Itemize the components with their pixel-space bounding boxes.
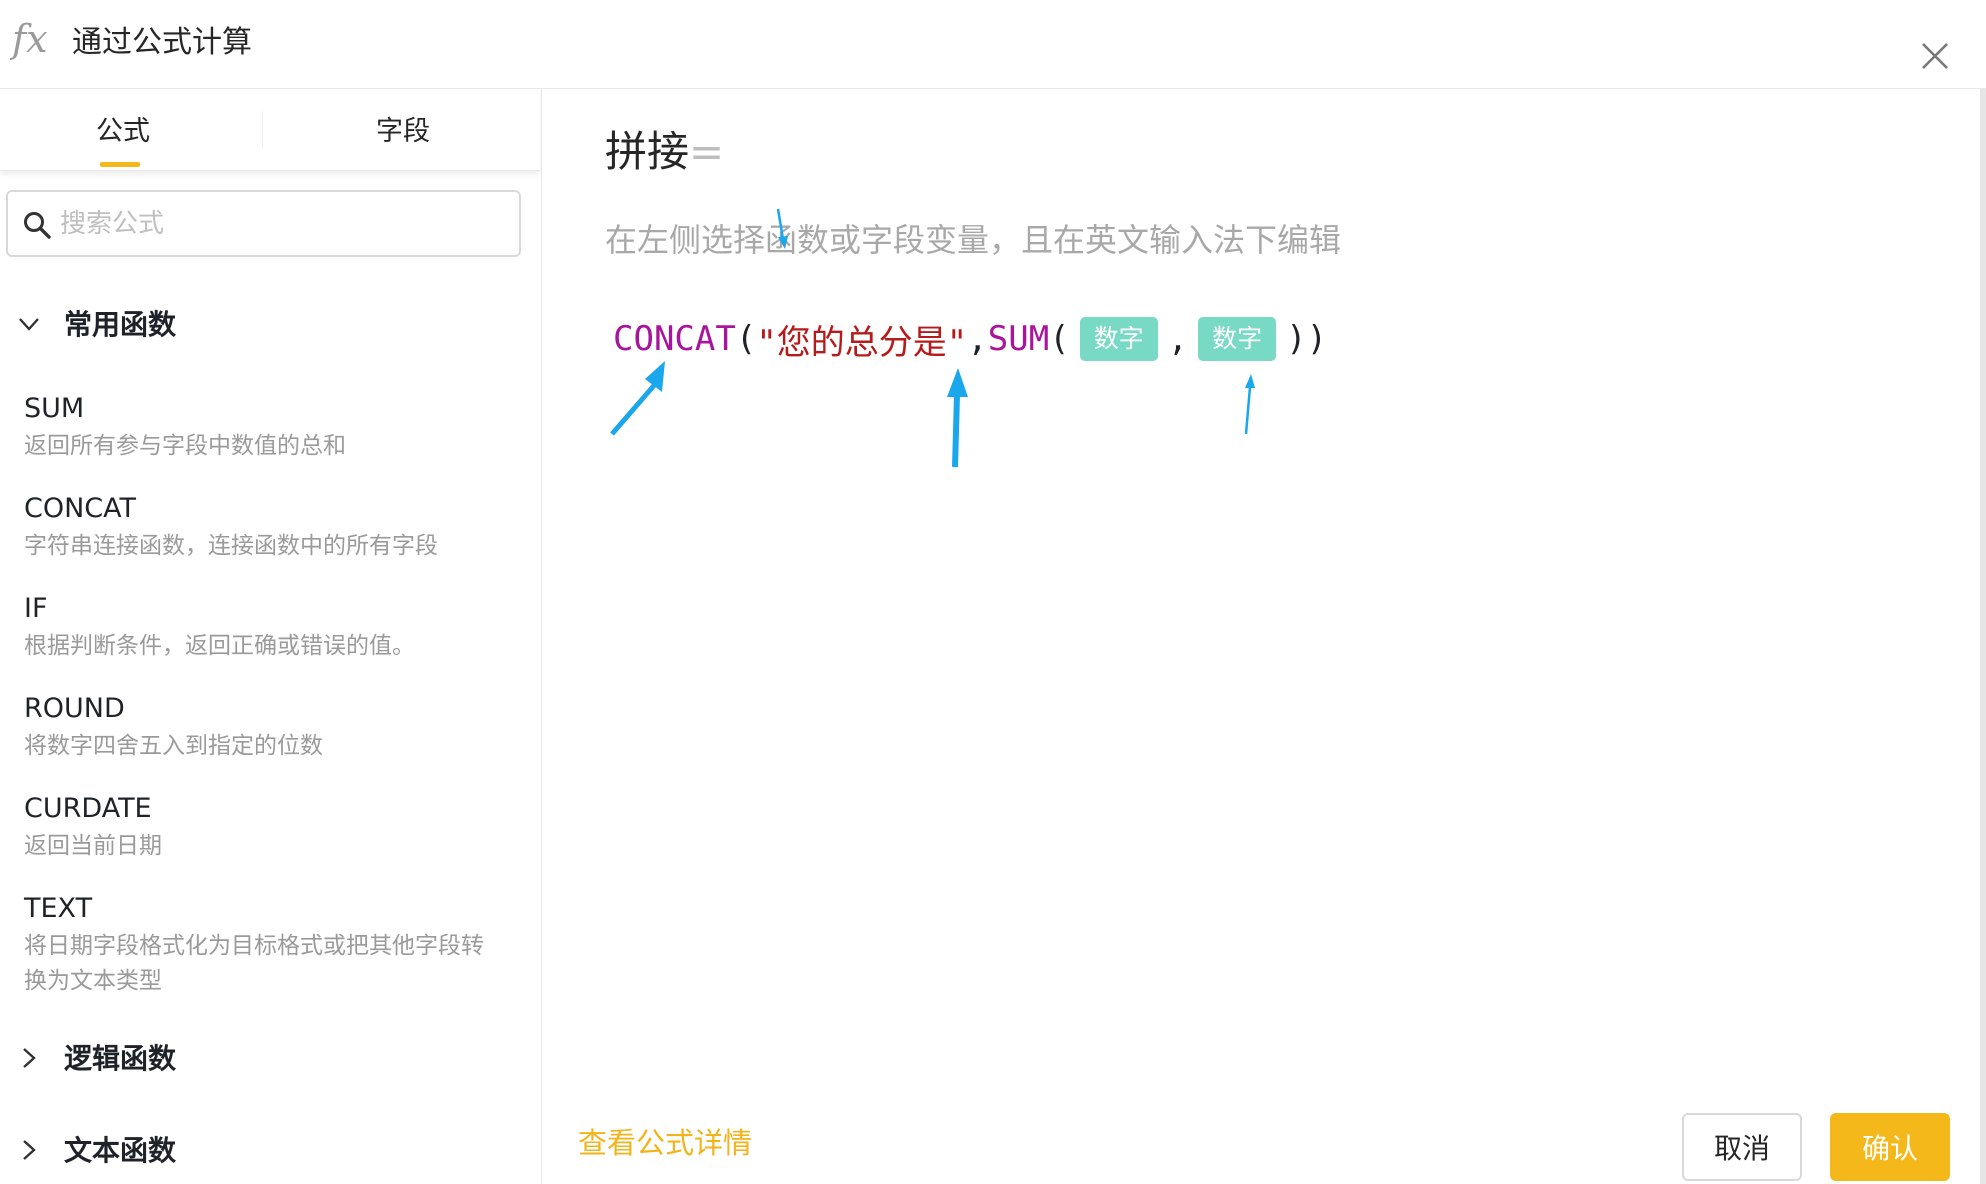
- function-name: TEXT: [24, 893, 93, 924]
- function-name: IF: [24, 593, 48, 624]
- chevron-right-icon: [23, 1048, 36, 1068]
- formula-closing-parens: )): [1286, 319, 1328, 359]
- function-name: ROUND: [24, 693, 125, 724]
- tab-field[interactable]: 字段: [376, 113, 430, 151]
- function-item-concat[interactable]: CONCAT 字符串连接函数，连接函数中的所有字段: [24, 491, 524, 564]
- annotation-arrow-icon: [610, 361, 665, 436]
- group-logic-functions[interactable]: 逻辑函数: [0, 1037, 540, 1081]
- dialog-header: fx 通过公式计算: [0, 0, 1986, 89]
- group-label: 文本函数: [64, 1134, 177, 1167]
- equals-sign: =: [689, 127, 725, 176]
- formula-paren: (: [735, 319, 757, 359]
- function-description: 将数字四舍五入到指定的位数: [24, 733, 323, 759]
- function-sidebar: 公式 字段 常用函数 SUM 返回所有参与字段中数值的总和 CONCAT 字符串…: [0, 89, 542, 1184]
- field-tag-number[interactable]: 数字: [1198, 317, 1277, 361]
- close-icon[interactable]: [1920, 36, 1950, 76]
- formula-paren: (: [1049, 319, 1070, 359]
- function-description: 返回所有参与字段中数值的总和: [24, 433, 346, 459]
- formula-comma: ,: [967, 319, 988, 359]
- dialog-title: 通过公式计算: [72, 25, 252, 60]
- function-item-text[interactable]: TEXT 将日期字段格式化为目标格式或把其他字段转换为文本类型: [24, 891, 494, 999]
- function-name: SUM: [24, 393, 85, 424]
- formula-comma: ,: [1167, 319, 1189, 359]
- group-text-functions[interactable]: 文本函数: [0, 1129, 540, 1173]
- group-label: 常用函数: [64, 308, 177, 341]
- group-label: 逻辑函数: [64, 1042, 177, 1075]
- fx-icon: fx: [10, 17, 48, 61]
- function-item-curdate[interactable]: CURDATE 返回当前日期: [24, 791, 524, 864]
- function-item-if[interactable]: IF 根据判断条件，返回正确或错误的值。: [24, 591, 524, 664]
- formula-string-literal: "您的总分是": [756, 322, 968, 363]
- annotation-arrow-icon: [1244, 374, 1255, 435]
- function-description: 返回当前日期: [24, 833, 162, 859]
- function-description: 根据判断条件，返回正确或错误的值。: [24, 633, 415, 659]
- tab-divider: [262, 111, 263, 149]
- annotation-arrow-icon: [947, 368, 968, 468]
- target-field-name: 拼接=: [605, 122, 724, 182]
- formula-input[interactable]: CONCAT ( "您的总分是" , SUM ( 数字 , 数字 )): [613, 314, 1327, 364]
- group-common-functions[interactable]: 常用函数: [0, 303, 540, 347]
- function-description: 将日期字段格式化为目标格式或把其他字段转换为文本类型: [24, 933, 484, 994]
- view-formula-details-link[interactable]: 查看公式详情: [578, 1123, 752, 1163]
- cancel-button[interactable]: 取消: [1682, 1113, 1802, 1181]
- function-item-round[interactable]: ROUND 将数字四舍五入到指定的位数: [24, 691, 524, 764]
- function-name: CURDATE: [24, 793, 152, 824]
- confirm-button[interactable]: 确认: [1830, 1113, 1950, 1181]
- formula-function-concat: CONCAT: [613, 319, 736, 359]
- function-description: 字符串连接函数，连接函数中的所有字段: [24, 533, 438, 559]
- chevron-down-icon: [19, 318, 39, 331]
- function-item-sum[interactable]: SUM 返回所有参与字段中数值的总和: [24, 391, 524, 464]
- sidebar-tabs: 公式 字段: [0, 89, 540, 171]
- active-tab-indicator: [100, 162, 140, 167]
- formula-function-sum: SUM: [987, 319, 1050, 359]
- field-name-text: 拼接: [605, 127, 690, 176]
- svg-text:fx: fx: [10, 17, 48, 61]
- tab-formula[interactable]: 公式: [96, 113, 150, 151]
- formula-editor: 拼接= 在左侧选择函数或字段变量，且在英文输入法下编辑 CONCAT ( "您的…: [543, 89, 1980, 1184]
- field-tag-number[interactable]: 数字: [1079, 317, 1158, 361]
- search-input[interactable]: [60, 202, 500, 246]
- search-icon: [24, 212, 51, 239]
- chevron-right-icon: [23, 1140, 36, 1160]
- editor-hint: 在左侧选择函数或字段变量，且在英文输入法下编辑: [605, 221, 1342, 259]
- search-box: [6, 190, 521, 257]
- scrollbar-track: [1980, 89, 1986, 1184]
- function-name: CONCAT: [24, 493, 137, 524]
